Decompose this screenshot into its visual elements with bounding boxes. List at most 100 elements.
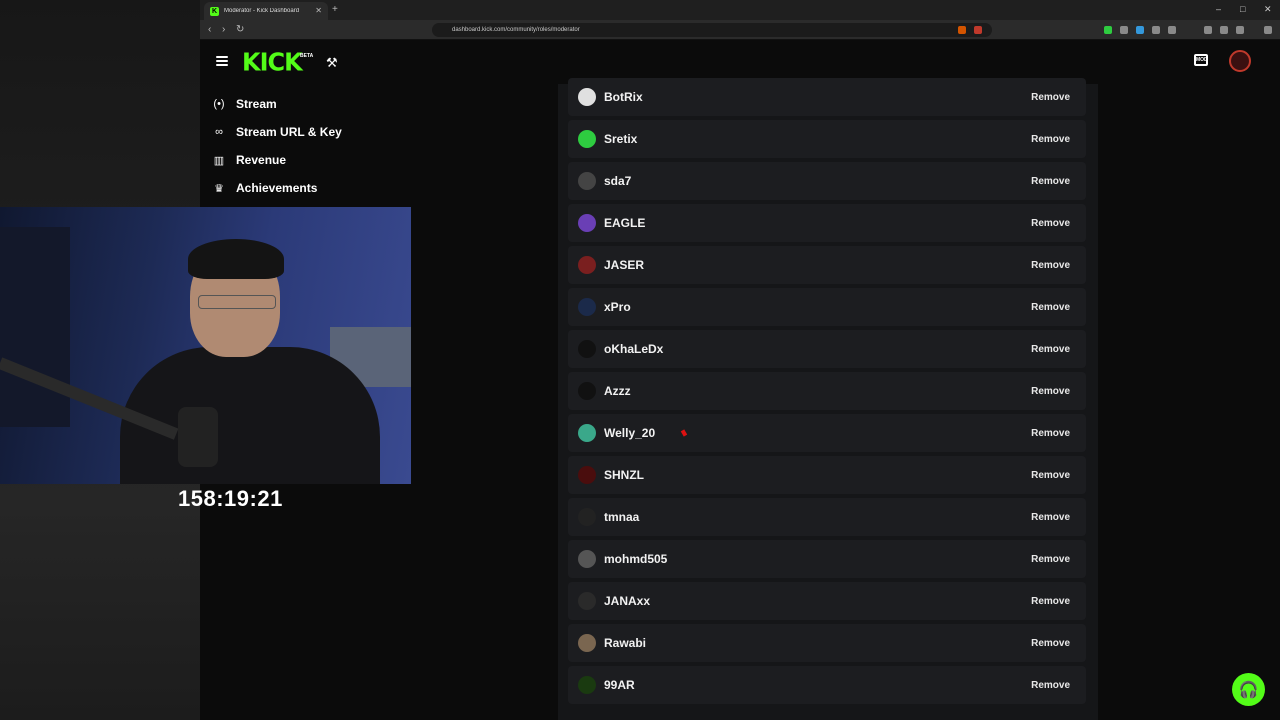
sidebar-item-achievements[interactable]: ♛ Achievements [212,178,317,198]
moderator-name: Sretix [604,132,638,146]
cam-person-hair [188,239,284,279]
moderator-name: Rawabi [604,636,647,650]
remove-moderator-button[interactable]: Remove [1025,676,1076,695]
hammer-icon[interactable]: ⚒ [326,55,338,71]
address-bar: ‹ › ↻ dashboard.kick.com/community/roles… [200,20,1280,40]
remove-moderator-button[interactable]: Remove [1025,256,1076,275]
minimize-button[interactable]: – [1216,3,1221,15]
stream-timer: 158:19:21 [178,486,283,511]
remove-moderator-button[interactable]: Remove [1025,508,1076,527]
moderator-name: BotRix [604,90,643,104]
moderator-name: JANAxx [604,594,651,608]
remove-moderator-button[interactable]: Remove [1025,466,1076,485]
remove-moderator-button[interactable]: Remove [1025,172,1076,191]
moderator-avatar [578,508,596,526]
cam-person-body [120,347,380,484]
remove-moderator-button[interactable]: Remove [1025,382,1076,401]
kick-logo[interactable]: KICK [242,47,303,76]
moderator-avatar [578,634,596,652]
extension-icon[interactable] [1136,26,1144,34]
mod-badge[interactable]: MOD [1194,54,1208,66]
cam-microphone [178,407,218,467]
extension-icon[interactable] [1152,26,1160,34]
new-tab-button[interactable]: + [332,3,338,17]
moderator-row: JASER Remove [568,246,1086,284]
support-chat-button[interactable]: 🎧 [1232,673,1265,706]
trophy-icon: ♛ [214,182,224,195]
moderator-row: EAGLE Remove [568,204,1086,242]
remove-moderator-button[interactable]: Remove [1025,634,1076,653]
moderator-name: Azzz [604,384,631,398]
moderator-name: SHNZL [604,468,644,482]
remove-moderator-button[interactable]: Remove [1025,592,1076,611]
moderator-row: JANAxx Remove [568,582,1086,620]
moderator-avatar [578,382,596,400]
forward-icon[interactable]: › [222,23,225,37]
tab-title: Moderator - Kick Dashboard [224,8,300,14]
url-text: dashboard.kick.com/community/roles/moder… [452,27,580,33]
sidebar-toggle-icon[interactable] [1204,26,1212,34]
moderator-name: JASER [604,258,645,272]
extensions-puzzle-icon[interactable] [1168,26,1176,34]
webcam-overlay [0,207,411,484]
moderator-avatar [578,172,596,190]
moderator-row: oKhaLeDx Remove [568,330,1086,368]
wallet-icon[interactable] [1220,26,1228,34]
sidebar-item-label: Stream URL & Key [236,125,342,139]
vpn-icon[interactable] [1236,26,1244,34]
reload-icon[interactable]: ↻ [236,23,244,37]
moderator-row: Rawabi Remove [568,624,1086,662]
sidebar-item-label: Revenue [236,153,287,167]
moderator-avatar [578,214,596,232]
headset-icon: 🎧 [1238,681,1259,699]
cam-poster [0,227,70,427]
remove-moderator-button[interactable]: Remove [1025,130,1076,149]
moderator-name: Welly_20 [604,426,656,440]
remove-moderator-button[interactable]: Remove [1025,214,1076,233]
moderator-avatar [578,424,596,442]
moderator-row: BotRix Remove [568,78,1086,116]
moderator-avatar [578,550,596,568]
sidebar-item-stream[interactable]: (•) Stream [212,94,277,114]
sidebar-item-revenue[interactable]: ▥ Revenue [212,150,286,170]
moderator-row: mohmd505 Remove [568,540,1086,578]
cam-glasses [198,295,276,309]
moderator-avatar [578,256,596,274]
close-window-button[interactable]: ✕ [1264,3,1272,15]
hamburger-menu-icon[interactable] [216,56,228,66]
remove-moderator-button[interactable]: Remove [1025,298,1076,317]
sidebar-item-stream-url[interactable]: ∞ Stream URL & Key [212,122,342,142]
moderator-name: EAGLE [604,216,646,230]
remove-moderator-button[interactable]: Remove [1025,424,1076,443]
sidebar-item-label: Stream [236,97,277,111]
url-input[interactable]: dashboard.kick.com/community/roles/moder… [432,23,992,37]
brave-shield-icon[interactable] [958,26,966,34]
rewards-icon[interactable] [974,26,982,34]
moderator-name: sda7 [604,174,632,188]
menu-icon[interactable] [1264,26,1272,34]
moderator-avatar [578,130,596,148]
moderator-name: oKhaLeDx [604,342,664,356]
moderator-row: Azzz Remove [568,372,1086,410]
moderator-name: xPro [604,300,631,314]
moderator-row: xPro Remove [568,288,1086,326]
remove-moderator-button[interactable]: Remove [1025,340,1076,359]
moderator-row: tmnaa Remove [568,498,1086,536]
moderator-row: 99AR Remove [568,666,1086,704]
extension-icon[interactable] [1120,26,1128,34]
moderator-name: tmnaa [604,510,640,524]
remove-moderator-button[interactable]: Remove [1025,88,1076,107]
tab-close-icon[interactable]: ✕ [315,7,322,15]
remove-moderator-button[interactable]: Remove [1025,550,1076,569]
moderator-row: Sretix Remove [568,120,1086,158]
moderator-avatar [578,676,596,694]
browser-tab[interactable]: K Moderator - Kick Dashboard ✕ [204,2,328,20]
user-avatar[interactable] [1229,50,1251,72]
maximize-button[interactable]: □ [1240,3,1245,15]
moderator-avatar [578,88,596,106]
extension-icon[interactable] [1104,26,1112,34]
moderator-row: SHNZL Remove [568,456,1086,494]
screen: K Moderator - Kick Dashboard ✕ + – □ ✕ ‹… [0,0,1280,720]
sidebar-item-label: Achievements [236,181,318,195]
back-icon[interactable]: ‹ [208,23,211,37]
